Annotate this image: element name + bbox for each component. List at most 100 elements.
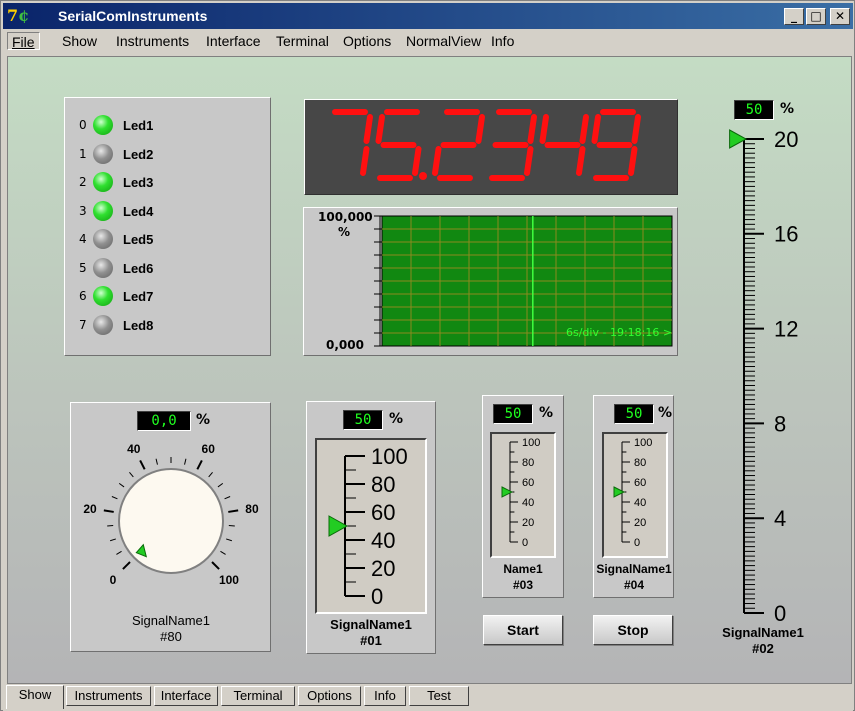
gauge04-unit: % — [658, 405, 673, 421]
knob-tick — [139, 459, 146, 470]
segment — [375, 114, 385, 144]
tab-show[interactable]: Show — [6, 685, 64, 709]
led-label: Led8 — [123, 317, 154, 333]
segment — [527, 114, 537, 144]
gauge01-scale[interactable]: 100 80 60 40 20 0 — [317, 440, 425, 612]
gauge03-caption-id: #03 — [512, 578, 534, 592]
knob-tick-label: 100 — [219, 573, 239, 587]
segment — [576, 146, 586, 176]
gauge01-scale-box: 100 80 60 40 20 0 — [315, 438, 427, 614]
tab-interface[interactable]: Interface — [154, 686, 218, 706]
menu-interface[interactable]: Interface — [202, 32, 264, 50]
maximize-button[interactable]: □ — [806, 8, 826, 25]
gauge02-scale[interactable]: 20 16 12 8 4 0 — [718, 123, 818, 623]
menu-file[interactable]: File — [7, 32, 40, 50]
segment — [631, 114, 641, 144]
scale-label: 60 — [522, 477, 534, 489]
gauge03-scale[interactable]: 100 80 60 40 20 0 — [492, 434, 554, 556]
rotary-knob[interactable]: 0 20 40 60 80 100 — [71, 433, 271, 603]
knob-tick — [224, 496, 231, 500]
gauge03-panel: 50 % 100 80 60 40 20 0 Name1 #03 — [482, 395, 564, 598]
tab-options[interactable]: Options — [298, 686, 361, 706]
segment — [628, 146, 638, 176]
gauge01-caption-name: SignalName1 — [330, 617, 412, 632]
led-label: Led1 — [123, 118, 154, 133]
tab-instruments[interactable]: Instruments — [66, 686, 151, 706]
gauge04-value-display: 50 — [614, 404, 654, 424]
scope-min-label: 0,000 — [326, 338, 364, 352]
knob-tick — [226, 538, 233, 542]
knob-tick-label: 40 — [127, 442, 141, 456]
knob-tick — [208, 472, 213, 478]
knob-tick — [211, 561, 220, 570]
stop-button[interactable]: Stop — [593, 615, 673, 645]
gauge01-unit: % — [389, 411, 404, 427]
title-bar[interactable]: 7¢ SerialComInstruments _ □ ✕ — [3, 3, 853, 29]
knob-tick-label: 80 — [245, 502, 259, 516]
scale-label: 0 — [522, 537, 528, 549]
gauge04-caption-id: #04 — [623, 578, 645, 592]
menu-terminal[interactable]: Terminal — [272, 32, 333, 50]
led-index: 6 — [79, 289, 87, 303]
led-index: 3 — [79, 203, 87, 218]
window-title: SerialComInstruments — [58, 8, 208, 24]
minimize-button[interactable]: _ — [784, 8, 804, 25]
scale-label: 80 — [522, 457, 534, 469]
led-indicator-icon — [93, 172, 113, 192]
scale-label: 0 — [371, 584, 383, 609]
tab-test[interactable]: Test — [409, 686, 469, 706]
knob-tick — [122, 561, 131, 570]
gauge03-value-display: 50 — [493, 404, 533, 424]
led-label: Led3 — [123, 175, 154, 190]
knob-tick — [103, 509, 114, 513]
instrument-canvas: 0 Led1 1 Led2 2 Led3 3 Led4 4 Led5 5 Led6 6 Led7 7 Led8… — [7, 56, 852, 684]
bottom-tab-bar: Show Instruments Interface Terminal Opti… — [3, 685, 853, 711]
scale-label: 40 — [522, 497, 534, 509]
menu-instruments[interactable]: Instruments — [112, 32, 193, 50]
seven-segment-display — [304, 99, 678, 195]
segment — [412, 146, 422, 176]
scale-label: 40 — [634, 497, 646, 509]
gauge01-panel: 50 % 100 80 60 40 20 0 SignalName1 #01 — [306, 401, 436, 654]
menu-info[interactable]: Info — [487, 32, 518, 50]
knob-dial — [118, 468, 224, 574]
tab-info[interactable]: Info — [364, 686, 406, 706]
gauge02-caption-id: #02 — [752, 641, 774, 656]
gauge04-caption-name: SignalName1 — [596, 562, 672, 576]
scale-label: 20 — [522, 517, 534, 529]
menu-options[interactable]: Options — [339, 32, 395, 50]
scale-label: 100 — [634, 437, 652, 449]
knob-tick — [217, 482, 224, 488]
led-label: Led2 — [123, 146, 154, 162]
segment — [539, 114, 549, 144]
knob-tick — [228, 509, 239, 513]
scale-label: 80 — [371, 472, 395, 497]
knob-tick — [118, 482, 125, 488]
knob-tick — [129, 472, 134, 478]
scale-label: 12 — [774, 317, 798, 342]
tab-terminal[interactable]: Terminal — [221, 686, 295, 706]
segment — [363, 114, 373, 144]
segment — [591, 114, 601, 144]
menu-normalview[interactable]: NormalView — [402, 32, 485, 50]
segment — [432, 146, 442, 176]
scale-label: 80 — [634, 457, 646, 469]
scale-label: 8 — [774, 411, 786, 436]
scale-label: 60 — [634, 477, 646, 489]
gauge04-scale[interactable]: 100 80 60 40 20 0 — [604, 434, 666, 556]
menu-interface-label: Interface — [206, 33, 261, 49]
scale-label: 20 — [371, 556, 395, 581]
segment — [579, 114, 589, 144]
knob-tick — [116, 550, 122, 555]
scale-label: 0 — [774, 601, 786, 623]
gauge01-caption-id: #01 — [360, 633, 382, 648]
scale-label: 60 — [371, 500, 395, 525]
scale-label: 16 — [774, 222, 798, 247]
start-button[interactable]: Start — [483, 615, 563, 645]
menu-show[interactable]: Show — [58, 32, 101, 50]
gauge01-value-display: 50 — [343, 410, 383, 430]
close-button[interactable]: ✕ — [830, 8, 850, 25]
knob-value-display: 0,0 — [137, 411, 191, 431]
gauge02-value-display: 50 — [734, 100, 774, 120]
led-index: 0 — [79, 118, 87, 132]
